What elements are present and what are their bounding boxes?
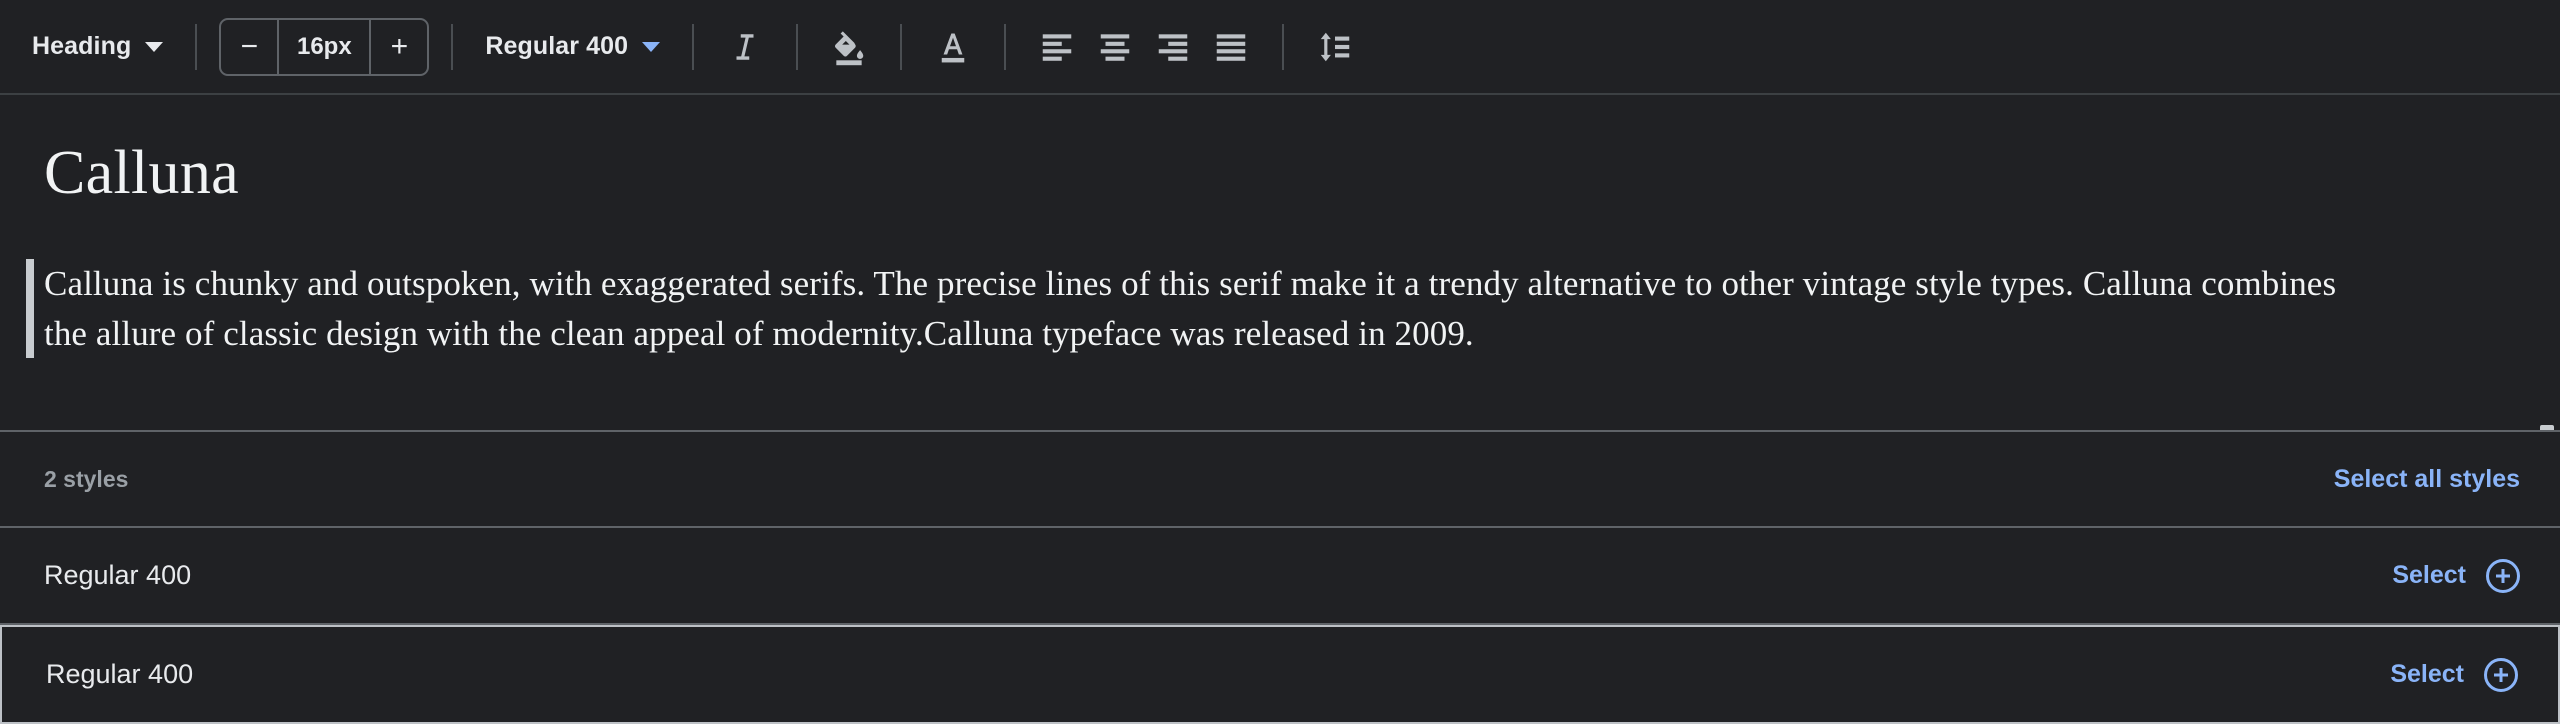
select-style-button[interactable]: Select [2392,558,2520,593]
align-right-button[interactable] [1144,18,1202,76]
style-row[interactable]: Regular 400 Select [0,528,2560,625]
font-size-value[interactable]: 16px [279,20,369,74]
font-weight-dropdown[interactable]: Regular 400 [475,24,670,69]
toolbar-divider [1282,23,1285,70]
align-center-button[interactable] [1086,18,1144,76]
italic-button[interactable] [716,18,774,76]
font-weight-label: Regular 400 [485,32,629,60]
toolbar-divider [692,23,695,70]
line-height-button[interactable] [1306,18,1364,76]
font-editor-window: Heading − 16px + Regular 400 Calluna Cal… [0,0,2560,724]
style-row[interactable]: Regular 400 Select [0,625,2560,724]
align-justify-icon [1212,28,1250,66]
styles-count-label: 2 styles [44,465,129,492]
align-left-button[interactable] [1028,18,1086,76]
specimen-paragraph: Calluna is chunky and outspoken, with ex… [44,263,2337,353]
select-all-styles-button[interactable]: Select all styles [2334,465,2520,494]
paragraph-block[interactable]: Calluna is chunky and outspoken, with ex… [26,258,2520,359]
page-title: Calluna [44,139,239,207]
chevron-down-icon [642,41,661,52]
block-style-label: Heading [32,32,132,60]
document-canvas[interactable]: Calluna Calluna is chunky and outspoken,… [0,95,2560,430]
text-cursor-indicator [26,258,34,359]
select-style-label: Select [2392,561,2466,589]
toolbar-divider [900,23,903,70]
text-color-icon [935,29,971,65]
toolbar-divider [195,23,198,70]
align-center-icon [1096,28,1134,66]
select-style-label: Select [2390,660,2464,688]
fill-color-button[interactable] [820,18,878,76]
block-style-dropdown[interactable]: Heading [22,24,173,69]
font-size-decrease-button[interactable]: − [221,19,280,74]
styles-panel-header: 2 styles Select all styles [0,432,2560,528]
align-justify-button[interactable] [1202,18,1260,76]
heading-block[interactable]: Calluna [40,140,2520,207]
font-styles-panel: 2 styles Select all styles Regular 400 S… [0,430,2560,724]
chevron-down-icon [145,41,164,52]
italic-icon [728,30,762,64]
plus-circle-icon [2484,657,2518,692]
toolbar-divider [451,23,454,70]
style-name-label: Regular 400 [46,659,194,689]
font-size-stepper: − 16px + [219,17,430,76]
toolbar-divider [1004,23,1007,70]
plus-circle-icon [2486,558,2520,593]
style-name-label: Regular 400 [44,560,192,590]
text-color-button[interactable] [924,18,982,76]
formatting-toolbar: Heading − 16px + Regular 400 [0,0,2560,95]
paint-bucket-icon [830,28,868,66]
select-style-button[interactable]: Select [2390,657,2518,692]
align-right-icon [1154,28,1192,66]
align-left-icon [1038,28,1076,66]
line-height-icon [1316,28,1354,66]
toolbar-divider [796,23,799,70]
font-size-increase-button[interactable]: + [369,19,427,74]
canvas-scrollbar-thumb[interactable] [2540,425,2554,430]
